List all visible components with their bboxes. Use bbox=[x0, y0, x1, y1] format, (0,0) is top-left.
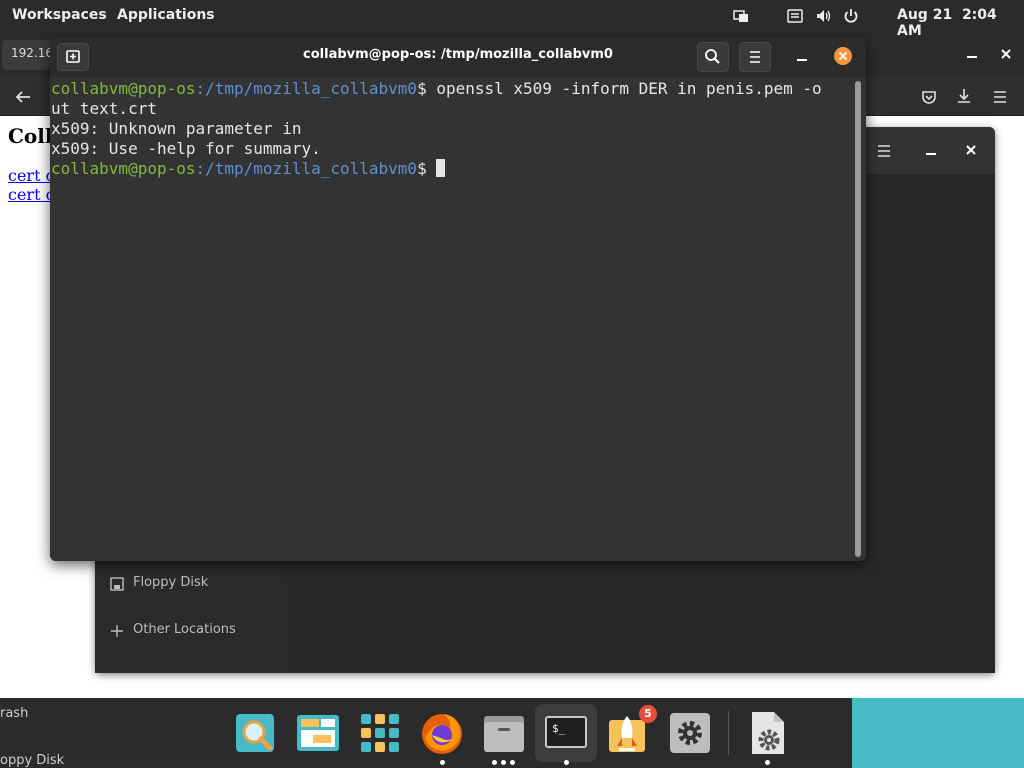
close-icon[interactable] bbox=[998, 46, 1014, 62]
keyboard-icon[interactable] bbox=[787, 8, 803, 24]
close-icon[interactable] bbox=[963, 142, 979, 158]
date-label: Aug 21 bbox=[897, 7, 953, 23]
prompt-user-host: collabvm@pop-os bbox=[51, 159, 196, 178]
power-icon[interactable] bbox=[843, 8, 859, 24]
running-indicator bbox=[501, 760, 506, 765]
pop-shop-icon[interactable] bbox=[293, 708, 343, 758]
terminal-glyph: $_ bbox=[552, 722, 566, 735]
terminal-line: collabvm@pop-os:/tmp/mozilla_collabvm0$ … bbox=[51, 79, 854, 99]
firefox-tab[interactable]: 192.168 bbox=[2, 40, 50, 70]
running-indicator bbox=[510, 760, 515, 765]
prompt-symbol: $ bbox=[417, 79, 427, 98]
settings-icon[interactable] bbox=[665, 708, 715, 758]
close-icon[interactable] bbox=[833, 46, 853, 66]
downloads-icon[interactable] bbox=[955, 87, 973, 105]
desktop-background bbox=[852, 698, 1024, 768]
cert-link-2[interactable]: cert c bbox=[8, 185, 55, 204]
text-cursor bbox=[436, 159, 446, 177]
text-editor-icon[interactable] bbox=[742, 708, 792, 758]
sidebar-item-label: Floppy Disk bbox=[133, 575, 209, 590]
terminal-line: x509: Unknown parameter in bbox=[51, 119, 302, 138]
prompt-user-host: collabvm@pop-os bbox=[51, 79, 196, 98]
files-sidebar-partial: rash oppy Disk bbox=[0, 698, 224, 768]
terminal-line: x509: Use -help for summary. bbox=[51, 139, 321, 158]
terminal-icon[interactable]: $_ bbox=[541, 708, 591, 758]
command-text: openssl x509 -inform DER in penis.pem -o bbox=[426, 79, 822, 98]
files-icon[interactable] bbox=[479, 708, 529, 758]
sidebar-item-floppy-label[interactable]: oppy Disk bbox=[0, 753, 64, 768]
applications-button[interactable]: Applications bbox=[117, 7, 215, 23]
dock: $_ 5 bbox=[224, 698, 852, 768]
dock-separator bbox=[728, 711, 729, 755]
sidebar-item-trash-label[interactable]: rash bbox=[0, 706, 28, 721]
notification-badge: 5 bbox=[639, 705, 657, 723]
app-library-icon[interactable] bbox=[355, 708, 405, 758]
pocket-icon[interactable] bbox=[920, 88, 938, 106]
minimize-icon[interactable] bbox=[964, 46, 980, 62]
prompt-path: :/tmp/mozilla_collabvm0 bbox=[195, 79, 418, 98]
firefox-icon[interactable] bbox=[417, 708, 467, 758]
hamburger-menu-icon[interactable] bbox=[991, 88, 1009, 106]
minimize-icon[interactable] bbox=[794, 49, 810, 65]
running-indicator bbox=[440, 760, 445, 765]
prompt-path: :/tmp/mozilla_collabvm0 bbox=[195, 159, 418, 178]
clock[interactable]: Aug 21 2:04 AM bbox=[897, 7, 1024, 39]
terminal-window: collabvm@pop-os: /tmp/mozilla_collabvm0 … bbox=[50, 37, 866, 561]
prompt-symbol: $ bbox=[417, 159, 427, 178]
terminal-line: collabvm@pop-os:/tmp/mozilla_collabvm0$ bbox=[51, 159, 854, 179]
search-icon[interactable] bbox=[697, 42, 729, 72]
floppy-disk-icon bbox=[110, 577, 124, 591]
search-app-icon[interactable] bbox=[230, 708, 280, 758]
workspaces-button[interactable]: Workspaces bbox=[12, 7, 107, 23]
files-menu-icon[interactable] bbox=[875, 142, 893, 160]
running-indicator bbox=[765, 760, 770, 765]
back-arrow-icon[interactable] bbox=[14, 88, 32, 106]
hamburger-menu-icon[interactable] bbox=[739, 42, 771, 72]
page-heading: Coll bbox=[8, 124, 53, 148]
volume-icon[interactable] bbox=[815, 8, 831, 24]
plus-icon bbox=[111, 625, 123, 637]
display-icon[interactable] bbox=[733, 8, 749, 24]
terminal-header-bar: collabvm@pop-os: /tmp/mozilla_collabvm0 bbox=[50, 37, 866, 77]
running-indicator bbox=[492, 760, 497, 765]
sidebar-item-label: Other Locations bbox=[133, 622, 236, 637]
running-indicator bbox=[564, 760, 569, 765]
cert-link-1[interactable]: cert c bbox=[8, 166, 55, 185]
minimize-icon[interactable] bbox=[923, 143, 939, 159]
terminal-output[interactable]: collabvm@pop-os:/tmp/mozilla_collabvm0$ … bbox=[50, 77, 854, 561]
top-panel: Workspaces Applications Aug 21 2:04 AM bbox=[0, 0, 1024, 39]
terminal-scrollbar[interactable] bbox=[855, 81, 861, 557]
terminal-line: ut text.crt bbox=[51, 99, 157, 118]
